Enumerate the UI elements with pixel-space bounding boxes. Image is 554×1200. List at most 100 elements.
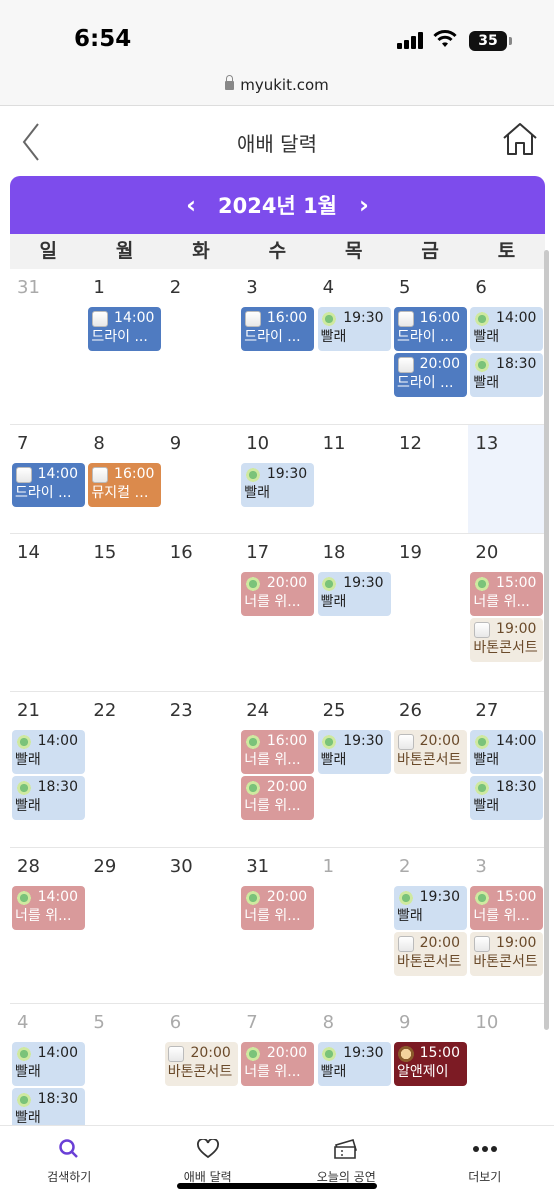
event-chip[interactable]: 15:00 너를 위... (470, 886, 544, 930)
event-chip[interactable]: 20:00 너를 위... (241, 776, 315, 820)
day-cell[interactable]: 10 (468, 1004, 544, 1126)
day-number: 1 (322, 856, 335, 877)
day-number: 6 (475, 277, 487, 298)
event-chip[interactable]: 16:00 드라이 ... (394, 307, 467, 351)
address-bar[interactable]: myukit.com (0, 70, 554, 106)
tab-label: 검색하기 (47, 1170, 92, 1184)
event-chip[interactable]: 14:00 빨래 (12, 1042, 85, 1086)
day-number: 3 (475, 856, 487, 877)
day-cell[interactable]: 19 (392, 534, 468, 691)
event-chip[interactable]: 20:00 바톤콘서트 (164, 1042, 238, 1086)
event-chip[interactable]: 19:30 빨래 (241, 463, 315, 507)
event-chip[interactable]: 20:00 바톤콘서트 (394, 932, 467, 976)
day-cell[interactable]: 5 (86, 1004, 162, 1126)
event-chip[interactable]: 19:30 빨래 (394, 886, 467, 930)
event-name: 빨래 (15, 752, 41, 768)
day-number: 8 (322, 1012, 335, 1033)
weekday-label: 일 (39, 240, 57, 262)
event-time: 18:30 (37, 779, 78, 795)
day-cell[interactable]: 13 (468, 425, 545, 533)
event-chip[interactable]: 14:00 빨래 (470, 730, 544, 774)
event-chip[interactable]: 16:00 너를 위... (241, 730, 315, 774)
event-chip[interactable]: 14:00 빨래 (470, 307, 544, 351)
day-number: 12 (399, 433, 422, 454)
day-cell[interactable]: 22 (86, 692, 162, 847)
event-chip[interactable]: 20:00 너를 위... (241, 1042, 315, 1086)
day-number: 11 (322, 433, 346, 454)
day-cell[interactable]: 16 (163, 534, 239, 691)
event-chip[interactable]: 20:00 너를 위... (241, 886, 315, 930)
url-text: myukit.com (240, 76, 329, 94)
day-number: 18 (322, 542, 346, 563)
event-chip[interactable]: 19:30 빨래 (317, 572, 391, 616)
event-chip[interactable]: 18:30 빨래 (12, 1088, 85, 1126)
event-chip[interactable]: 14:00 드라이 ... (12, 463, 85, 507)
event-chip[interactable]: 14:00 너를 위... (12, 886, 85, 930)
fairy-icon (474, 356, 491, 373)
tab-label: 더보기 (468, 1170, 502, 1184)
day-number: 21 (17, 700, 40, 721)
day-number: 29 (93, 856, 117, 877)
event-chip[interactable]: 16:00 드라이 ... (241, 307, 315, 351)
event-name: 너를 위... (473, 594, 530, 610)
event-time: 14:00 (496, 733, 537, 749)
day-number: 1 (93, 277, 105, 298)
day-cell[interactable]: 14 (10, 534, 86, 691)
event-chip[interactable]: 18:30 빨래 (470, 353, 544, 397)
event-time: 20:00 (266, 575, 308, 591)
calendar: ‹ 2024년 1월 › 일월화수목금토 31 1 2 3 4 5 6 14:00 드라이 ..… (10, 176, 545, 1126)
event-chip[interactable]: 14:00 드라이 ... (88, 307, 162, 351)
lock-icon (225, 75, 235, 90)
day-cell[interactable]: 9 (163, 425, 239, 533)
day-cell[interactable]: 12 (392, 425, 468, 533)
fairy-icon (244, 1045, 261, 1062)
event-name: 빨래 (397, 908, 423, 924)
event-chip[interactable]: 16:00 뮤지컬 <... (88, 463, 162, 507)
tab-search[interactable]: 검색하기 (0, 1126, 139, 1200)
event-chip[interactable]: 19:30 빨래 (317, 730, 391, 774)
prev-month-button[interactable]: ‹ (186, 191, 196, 219)
day-number: 3 (246, 277, 258, 298)
day-cell[interactable]: 11 (316, 425, 392, 533)
calendar-grid: 31 1 2 3 4 5 6 14:00 드라이 ... 16:00 드라이 ... 19:30 빨래 1… (10, 269, 545, 1126)
event-chip[interactable]: 20:00 너를 위... (241, 572, 315, 616)
day-number: 22 (93, 700, 117, 721)
scrollbar[interactable] (544, 250, 549, 1030)
day-cell[interactable]: 23 (163, 692, 239, 847)
day-cell[interactable]: 15 (86, 534, 162, 691)
event-chip[interactable]: 19:00 바톤콘서트 (470, 932, 544, 976)
event-chip[interactable]: 20:00 바톤콘서트 (394, 730, 467, 774)
fairy-icon (15, 733, 32, 750)
event-time: 20:00 (266, 889, 308, 905)
event-chip[interactable]: 19:30 빨래 (317, 307, 391, 351)
event-chip[interactable]: 15:00 알앤제이 (394, 1042, 467, 1086)
event-name: 바톤콘서트 (473, 640, 538, 656)
day-cell[interactable]: 1 (316, 848, 392, 1003)
event-chip[interactable]: 18:30 빨래 (12, 776, 85, 820)
day-number: 15 (93, 542, 117, 563)
event-time: 14:00 (37, 1045, 78, 1061)
day-cell[interactable]: 29 (86, 848, 162, 1003)
event-name: 바톤콘서트 (473, 954, 538, 970)
weekday-label: 목 (345, 240, 363, 262)
fairy-icon (244, 779, 261, 796)
event-chip[interactable]: 19:00 바톤콘서트 (470, 618, 544, 662)
event-name: 너를 위... (244, 752, 301, 768)
event-chip[interactable]: 15:00 너를 위... (470, 572, 544, 616)
event-chip[interactable]: 20:00 드라이 ... (394, 353, 467, 397)
home-icon[interactable] (501, 121, 539, 157)
day-cell[interactable]: 30 (163, 848, 239, 1003)
event-time: 19:30 (343, 1045, 384, 1061)
fairy-icon (321, 575, 338, 592)
day-cell[interactable]: 31 (10, 269, 86, 424)
event-name: 드라이 ... (397, 329, 454, 345)
event-chip[interactable]: 18:30 빨래 (470, 776, 544, 820)
cup-icon (92, 310, 109, 327)
day-cell[interactable]: 2 (163, 269, 239, 424)
event-chip[interactable]: 14:00 빨래 (12, 730, 85, 774)
fairy-icon (474, 310, 491, 327)
tab-more[interactable]: 더보기 (416, 1126, 554, 1200)
weekday-label: 화 (192, 240, 210, 262)
event-chip[interactable]: 19:30 빨래 (317, 1042, 391, 1086)
next-month-button[interactable]: › (359, 191, 369, 219)
